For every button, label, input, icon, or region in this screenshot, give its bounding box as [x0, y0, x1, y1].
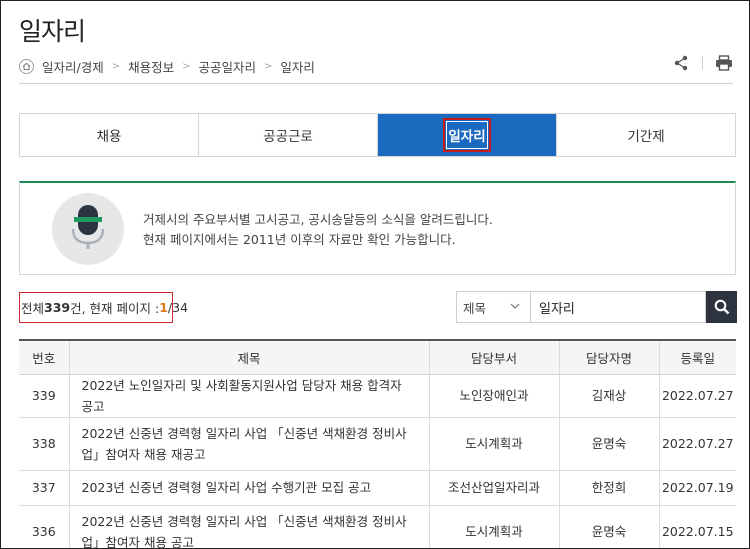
row-title-link[interactable]: 2023년 신중년 경력형 일자리 사업 수행기관 모집 공고 [68, 470, 429, 506]
table-row[interactable]: 339 2022년 노인일자리 및 사회활동지원사업 담당자 채용 합격자 공고… [19, 374, 736, 418]
breadcrumb-item-public-jobs[interactable]: 공공일자리 [199, 57, 257, 76]
search-bar: 제목 [456, 291, 737, 323]
search-field-select[interactable]: 제목 [456, 291, 530, 323]
category-tabs: 채용 공공근로 일자리 기간제 [19, 113, 736, 157]
info-box: 거제시의 주요부서별 고시공고, 공시송달등의 소식을 알려드립니다. 현재 페… [19, 181, 736, 275]
job-board-table: 번호 제목 담당부서 담당자명 등록일 339 2022년 노인일자리 및 사회… [19, 339, 736, 548]
row-dept: 노인장애인과 [428, 374, 559, 418]
row-no: 336 [19, 505, 69, 548]
tab-recruit[interactable]: 채용 [20, 114, 199, 156]
table-header-row: 번호 제목 담당부서 담당자명 등록일 [19, 339, 736, 375]
page-frame: 일자리 일자리/경제 > 채용정보 > 공공일자리 > 일자리 채용 공공근로 … [0, 0, 750, 549]
column-header-date: 등록일 [658, 339, 736, 375]
info-text: 거제시의 주요부서별 고시공고, 공시송달등의 소식을 알려드립니다. 현재 페… [143, 210, 493, 250]
search-button[interactable] [706, 291, 737, 323]
tab-public-work[interactable]: 공공근로 [199, 114, 378, 156]
column-header-dept: 담당부서 [428, 339, 559, 375]
row-date: 2022.07.27 [658, 417, 736, 471]
table-row[interactable]: 336 2022년 신중년 경력형 일자리 사업 「신중년 색채환경 정비사업」… [19, 505, 736, 548]
page-title: 일자리 [19, 17, 86, 46]
share-icon[interactable] [672, 54, 690, 72]
row-title-link[interactable]: 2022년 신중년 경력형 일자리 사업 「신중년 색채환경 정비사업」참여자 … [68, 417, 429, 471]
tab-jobs-label: 일자리 [443, 118, 491, 152]
total-pages: /34 [167, 300, 189, 315]
tab-jobs[interactable]: 일자리 [378, 114, 557, 156]
print-icon[interactable] [715, 54, 733, 72]
info-line-2: 현재 페이지에서는 2011년 이후의 자료만 확인 가능합니다. [143, 232, 456, 247]
row-no: 338 [19, 417, 69, 471]
total-count: 339 [44, 300, 71, 315]
row-title-link[interactable]: 2022년 노인일자리 및 사회활동지원사업 담당자 채용 합격자 공고 [68, 374, 429, 418]
row-no: 337 [19, 470, 69, 506]
divider [702, 56, 703, 70]
row-title-link[interactable]: 2022년 신중년 경력형 일자리 사업 「신중년 색채환경 정비사업」참여자 … [68, 505, 429, 548]
breadcrumb: 일자리/경제 > 채용정보 > 공공일자리 > 일자리 [19, 57, 315, 76]
breadcrumb-item-jobs[interactable]: 일자리 [280, 57, 315, 76]
row-dept: 도시계획과 [428, 505, 559, 548]
row-dept: 조선산업일자리과 [428, 470, 559, 506]
tab-fixed-term[interactable]: 기간제 [557, 114, 735, 156]
current-page: 1 [159, 300, 168, 315]
row-person: 김재상 [558, 374, 659, 418]
chevron-down-icon [510, 303, 520, 309]
chevron-right-icon: > [111, 61, 121, 72]
row-person: 윤명숙 [558, 417, 659, 471]
chevron-right-icon: > [264, 61, 273, 72]
info-line-1: 거제시의 주요부서별 고시공고, 공시송달등의 소식을 알려드립니다. [143, 212, 493, 227]
home-icon[interactable] [19, 59, 34, 74]
row-dept: 도시계획과 [428, 417, 559, 471]
row-date: 2022.07.15 [658, 505, 736, 548]
chevron-right-icon: > [182, 61, 191, 72]
column-header-title: 제목 [68, 339, 429, 375]
breadcrumb-item-recruit-info[interactable]: 채용정보 [128, 57, 174, 76]
search-input[interactable] [530, 291, 706, 323]
row-no: 339 [19, 374, 69, 418]
row-person: 한정희 [558, 470, 659, 506]
column-header-no: 번호 [19, 339, 69, 375]
search-icon [714, 299, 729, 315]
header-divider [19, 83, 733, 84]
row-date: 2022.07.27 [658, 374, 736, 418]
row-date: 2022.07.19 [658, 470, 736, 506]
page-tools [672, 54, 733, 72]
breadcrumb-item-economy[interactable]: 일자리/경제 [42, 57, 104, 76]
microphone-icon [52, 193, 124, 265]
row-person: 윤명숙 [558, 505, 659, 548]
table-row[interactable]: 338 2022년 신중년 경력형 일자리 사업 「신중년 색채환경 정비사업」… [19, 417, 736, 471]
table-row[interactable]: 337 2023년 신중년 경력형 일자리 사업 수행기관 모집 공고 조선산업… [19, 470, 736, 506]
column-header-person: 담당자명 [558, 339, 659, 375]
result-summary: 전체 339 건, 현재 페이지 : 1/34 [19, 292, 188, 323]
